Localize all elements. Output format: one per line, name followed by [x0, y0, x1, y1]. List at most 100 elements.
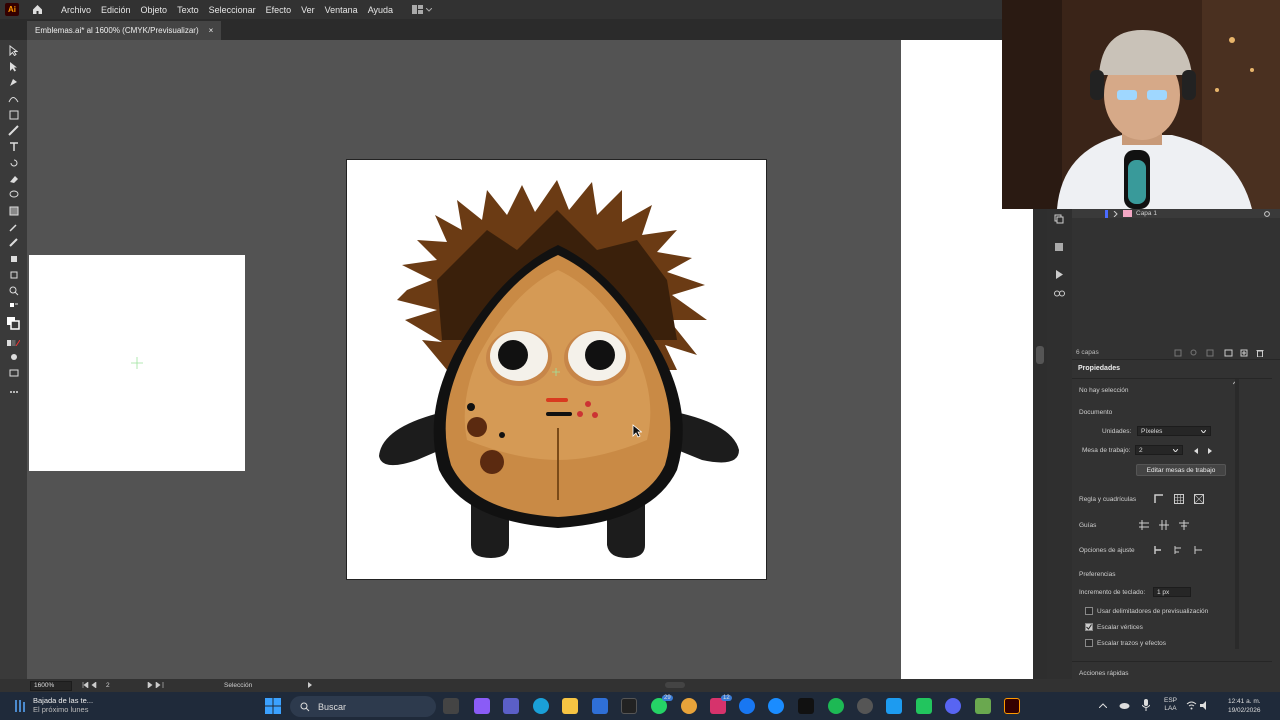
status-menu-arrow-icon[interactable]	[308, 682, 312, 688]
lasso-tool-icon[interactable]	[6, 188, 21, 201]
artboard-nav-value[interactable]: 2	[106, 682, 110, 689]
camera-app-icon[interactable]	[916, 698, 932, 714]
artboard-main[interactable]	[346, 159, 767, 580]
menu-ver[interactable]: Ver	[296, 5, 320, 15]
trash-icon[interactable]	[1256, 349, 1264, 357]
smart-guides-icon[interactable]	[1158, 519, 1170, 531]
threads-icon[interactable]	[857, 698, 873, 714]
minecraft-icon[interactable]	[975, 698, 991, 714]
expand-layer-icon[interactable]	[1113, 210, 1118, 217]
layer-target-icon[interactable]	[1264, 210, 1270, 217]
links-panel-icon[interactable]	[1053, 287, 1065, 299]
draw-mode-icon[interactable]	[6, 350, 21, 363]
layers-panel-icon[interactable]	[1053, 213, 1065, 225]
workspace-switcher[interactable]	[412, 5, 433, 14]
wifi-icon[interactable]	[1186, 701, 1197, 710]
snap-to-point-icon[interactable]	[1152, 544, 1164, 556]
properties-tab[interactable]: Propiedades	[1078, 365, 1120, 372]
weather-icon[interactable]	[13, 698, 27, 714]
copilot-icon[interactable]	[474, 698, 490, 714]
news-widget[interactable]: Bajada de las te... El próximo lunes	[33, 696, 93, 714]
scroll-thumb[interactable]	[1036, 346, 1044, 364]
more-tools-icon[interactable]	[6, 385, 21, 398]
next-artboard-icon[interactable]	[1208, 448, 1212, 454]
use-preview-bounds-checkbox[interactable]	[1085, 607, 1093, 615]
menu-seleccionar[interactable]: Seleccionar	[204, 5, 261, 15]
close-tab-icon[interactable]: ×	[209, 26, 214, 35]
teams-icon[interactable]	[503, 698, 519, 714]
messenger-icon[interactable]	[768, 698, 784, 714]
rotate-tool-icon[interactable]	[6, 156, 21, 169]
first-prev-artboard-icon[interactable]	[82, 682, 106, 688]
direct-selection-tool-icon[interactable]	[6, 60, 21, 73]
fill-stroke-icon[interactable]	[6, 317, 21, 330]
grid-icon[interactable]	[1173, 493, 1185, 505]
menu-archivo[interactable]: Archivo	[56, 5, 96, 15]
edit-artboards-button[interactable]: Editar mesas de trabajo	[1136, 464, 1226, 476]
symbol-sprayer-icon[interactable]	[6, 252, 21, 265]
panel-scrollbar[interactable]	[1235, 379, 1239, 649]
menu-ayuda[interactable]: Ayuda	[363, 5, 398, 15]
zoom-select[interactable]: 1600%	[30, 680, 72, 691]
menu-objeto[interactable]: Objeto	[136, 5, 173, 15]
illustrator-taskbar-icon[interactable]	[1004, 698, 1020, 714]
document-tab[interactable]: Emblemas.ai* al 1600% (CMYK/Previsualiza…	[27, 21, 222, 40]
spotify-icon[interactable]	[828, 698, 844, 714]
keyboard-increment-input[interactable]: 1 px	[1153, 587, 1191, 597]
new-layer-icon[interactable]	[1240, 349, 1248, 357]
language-indicator[interactable]: ESP LAA	[1164, 697, 1177, 713]
menu-texto[interactable]: Texto	[172, 5, 204, 15]
clip-mask-icon[interactable]	[1206, 349, 1214, 357]
chrome-icon[interactable]	[681, 698, 697, 714]
clock[interactable]: 12:41 a. m. 19/02/2026	[1228, 697, 1261, 715]
scale-corners-checkbox[interactable]	[1085, 623, 1093, 631]
home-icon[interactable]	[30, 3, 44, 17]
menu-edicion[interactable]: Edición	[96, 5, 136, 15]
new-sublayer-icon[interactable]	[1224, 349, 1233, 357]
gradient-tool-icon[interactable]	[6, 204, 21, 217]
edge-icon[interactable]	[533, 698, 549, 714]
media-icon[interactable]	[621, 698, 637, 714]
horizontal-scroll-thumb[interactable]	[665, 682, 685, 688]
lock-guides-icon[interactable]	[1178, 519, 1190, 531]
volume-icon[interactable]	[1200, 701, 1211, 710]
microphone-icon[interactable]	[1142, 699, 1150, 711]
screen-mode-icon[interactable]	[6, 366, 21, 379]
prev-artboard-icon[interactable]	[1194, 448, 1198, 454]
ruler-icon[interactable]	[1153, 493, 1165, 505]
rectangle-tool-icon[interactable]	[6, 108, 21, 121]
store-icon[interactable]	[592, 698, 608, 714]
eyedropper-tool-icon[interactable]	[6, 220, 21, 233]
pen-tool-icon[interactable]	[6, 76, 21, 89]
blend-tool-icon[interactable]	[6, 236, 21, 249]
curvature-tool-icon[interactable]	[6, 92, 21, 105]
actions-play-icon[interactable]	[1053, 268, 1065, 280]
gradient-panel-icon[interactable]	[1053, 241, 1065, 253]
show-guides-icon[interactable]	[1138, 519, 1150, 531]
selection-tool-icon[interactable]	[6, 44, 21, 57]
menu-efecto[interactable]: Efecto	[261, 5, 297, 15]
artboard-select[interactable]: 2	[1135, 445, 1183, 455]
color-mode-icon[interactable]	[6, 336, 21, 349]
facebook-icon[interactable]	[739, 698, 755, 714]
windows-start-icon[interactable]	[265, 698, 281, 714]
task-view-icon[interactable]	[443, 698, 459, 714]
layer-row[interactable]: Capa 1	[1072, 209, 1280, 218]
eraser-tool-icon[interactable]	[6, 172, 21, 185]
snap-to-pixel-icon[interactable]	[1172, 544, 1184, 556]
search-layer-icon[interactable]	[1190, 349, 1198, 357]
brush-tool-icon[interactable]	[6, 124, 21, 137]
file-explorer-icon[interactable]	[562, 698, 578, 714]
units-select[interactable]: Píxeles	[1137, 426, 1211, 436]
twitter-icon[interactable]	[886, 698, 902, 714]
tiktok-icon[interactable]	[798, 698, 814, 714]
zoom-tool-icon[interactable]	[6, 284, 21, 297]
next-last-artboard-icon[interactable]	[146, 682, 168, 688]
swap-colors-icon[interactable]	[6, 300, 21, 313]
discord-icon[interactable]	[945, 698, 961, 714]
onedrive-icon[interactable]	[1119, 700, 1130, 710]
export-icon[interactable]	[1174, 349, 1182, 357]
snap-to-glyph-icon[interactable]	[1192, 544, 1204, 556]
artboard-left[interactable]	[29, 255, 245, 471]
taskbar-search[interactable]: Buscar	[290, 696, 436, 717]
